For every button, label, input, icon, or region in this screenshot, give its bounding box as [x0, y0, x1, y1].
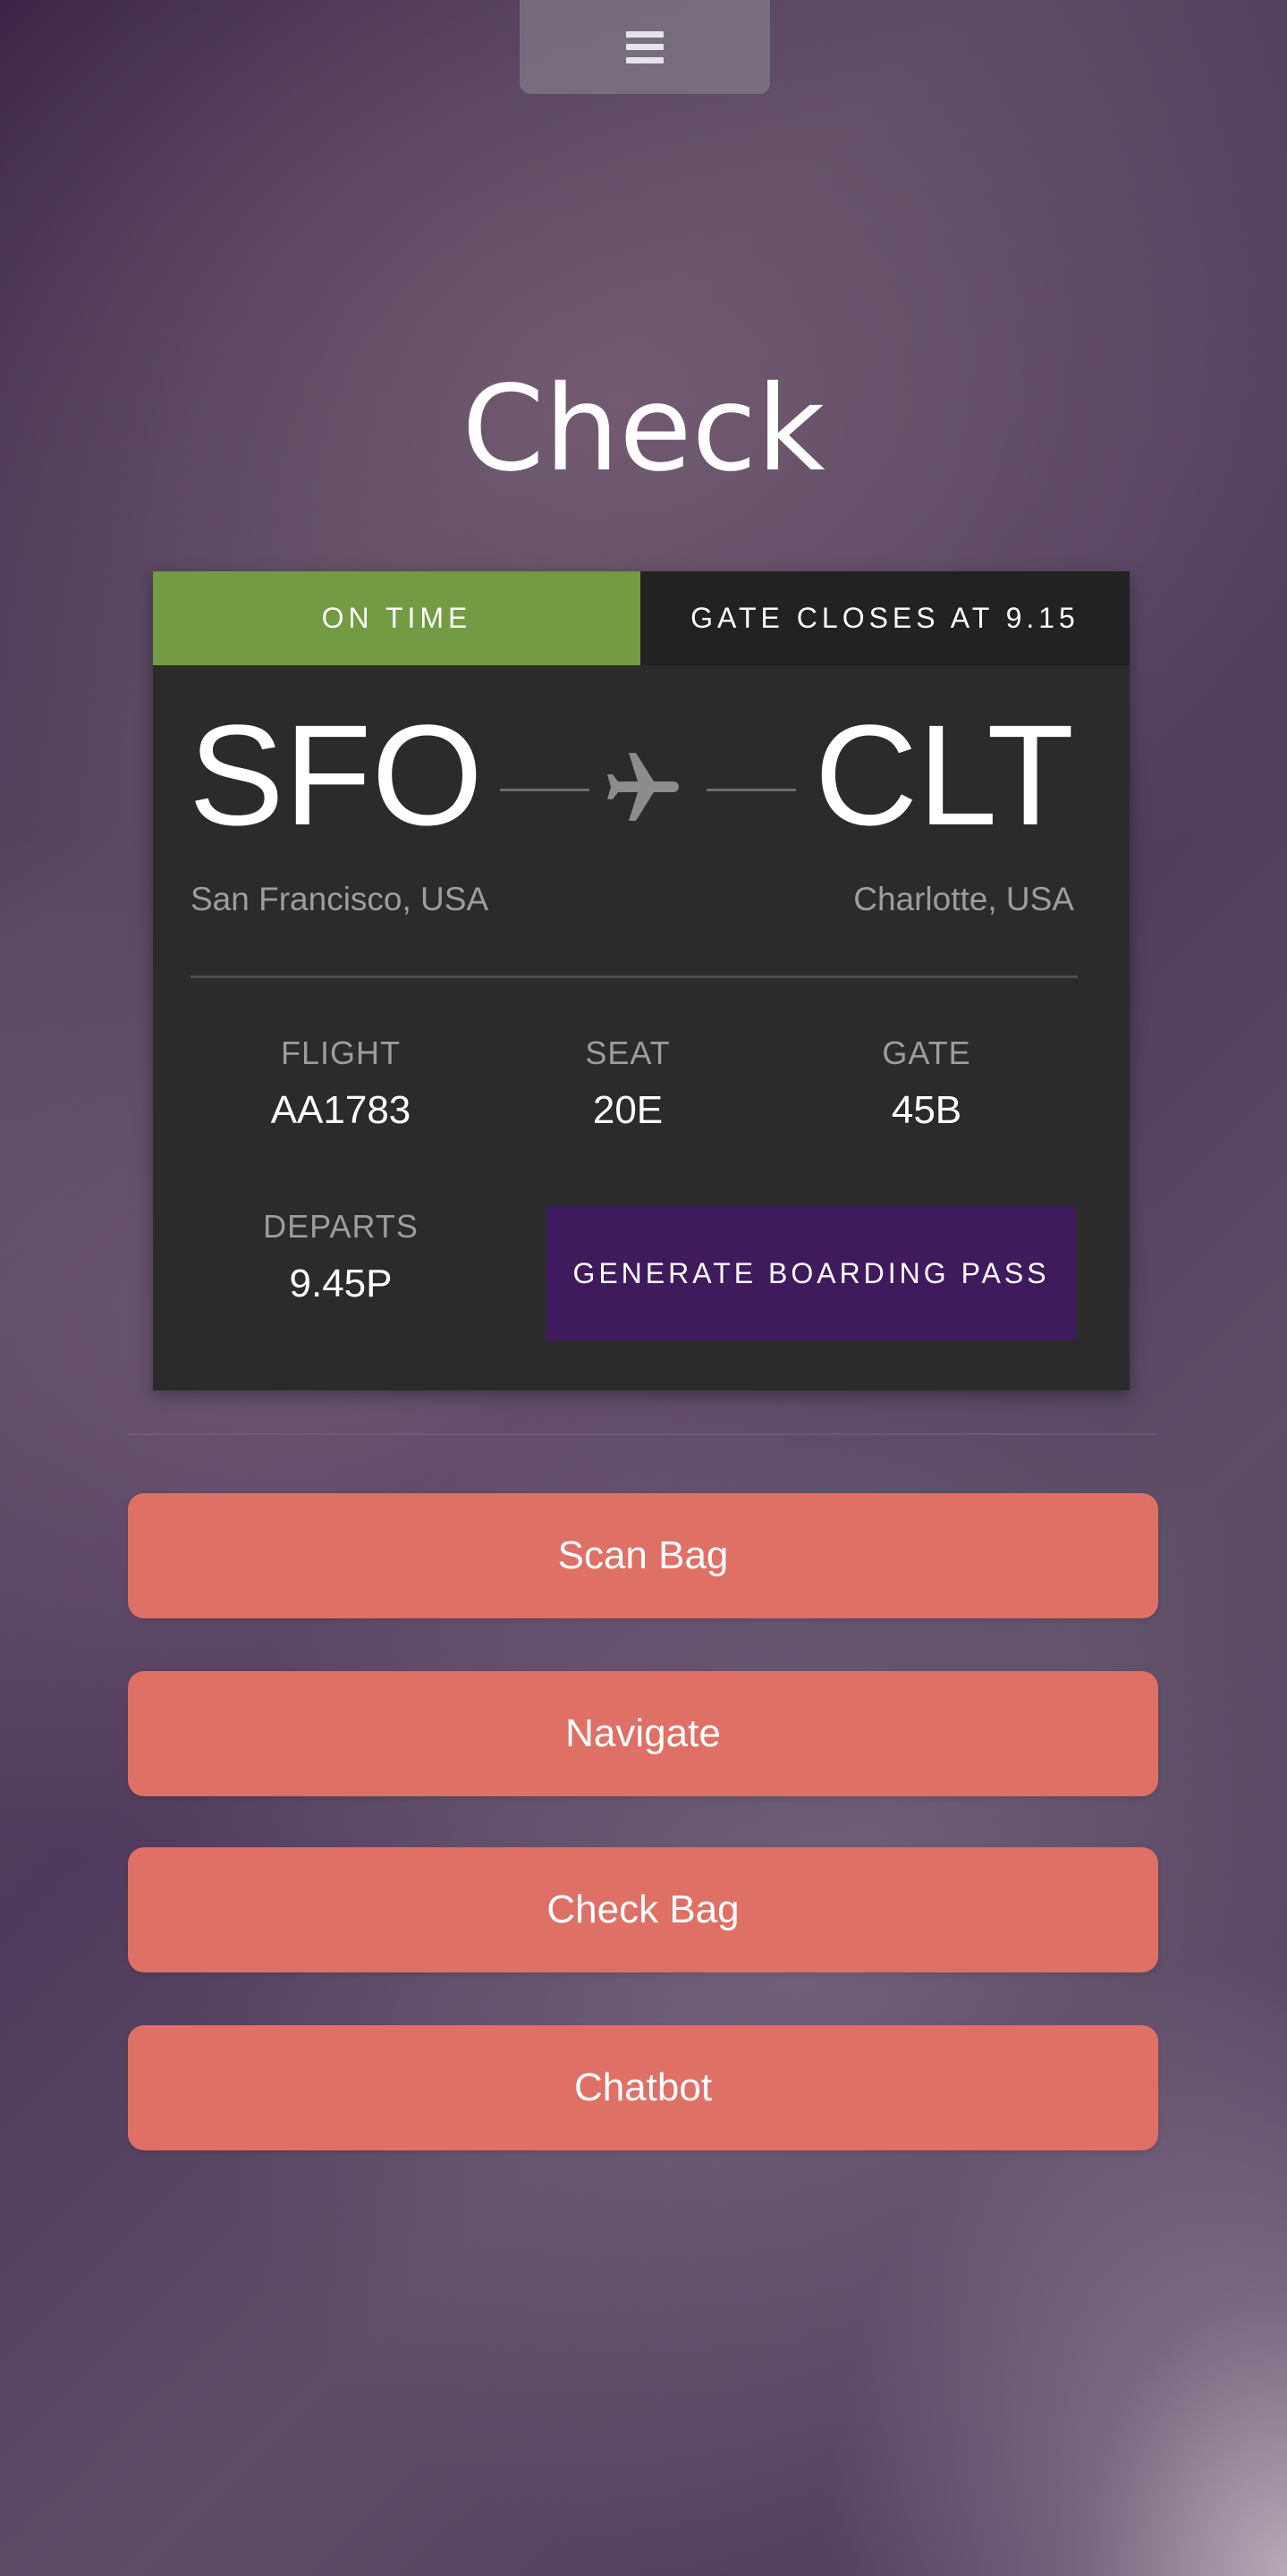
- menu-toggle-button[interactable]: [520, 0, 770, 94]
- flight-card: ON TIME GATE CLOSES AT 9.15 SFO CLT San …: [153, 571, 1130, 1390]
- departs-label: DEPARTS: [263, 1208, 419, 1245]
- departs-info: DEPARTS 9.45P: [207, 1207, 475, 1309]
- card-header: ON TIME GATE CLOSES AT 9.15: [153, 571, 1130, 665]
- route-line-left: [500, 789, 589, 791]
- destination-city: Charlotte, USA: [853, 881, 1074, 917]
- gate-info: GATE 45B: [792, 1034, 1061, 1136]
- gate-number: 45B: [891, 1088, 962, 1132]
- page-title: Check: [461, 360, 826, 498]
- origin-airport-code: SFO: [189, 695, 483, 855]
- flight-info: FLIGHT AA1783: [207, 1034, 475, 1136]
- seat-info: SEAT 20E: [494, 1034, 762, 1136]
- seat-label: SEAT: [585, 1035, 671, 1071]
- airplane-icon: [607, 753, 679, 821]
- seat-number: 20E: [592, 1088, 664, 1132]
- origin-city: San Francisco, USA: [191, 881, 489, 917]
- navigate-button[interactable]: Navigate: [128, 1671, 1158, 1796]
- section-divider: [128, 1433, 1156, 1435]
- card-divider: [191, 976, 1078, 978]
- scan-bag-button[interactable]: Scan Bag: [128, 1493, 1158, 1618]
- route-line-right: [707, 789, 796, 791]
- generate-boarding-pass-button[interactable]: GENERATE BOARDING PASS: [546, 1206, 1076, 1340]
- gate-label: GATE: [882, 1035, 971, 1071]
- chatbot-button[interactable]: Chatbot: [128, 2025, 1158, 2150]
- destination-airport-code: CLT: [814, 695, 1074, 855]
- flight-label: FLIGHT: [280, 1035, 401, 1071]
- flight-number: AA1783: [270, 1088, 411, 1132]
- departure-time: 9.45P: [289, 1262, 393, 1305]
- check-bag-button[interactable]: Check Bag: [128, 1847, 1158, 1972]
- gate-closes-notice: GATE CLOSES AT 9.15: [640, 571, 1130, 665]
- status-badge: ON TIME: [153, 571, 640, 665]
- hamburger-icon: [626, 30, 664, 63]
